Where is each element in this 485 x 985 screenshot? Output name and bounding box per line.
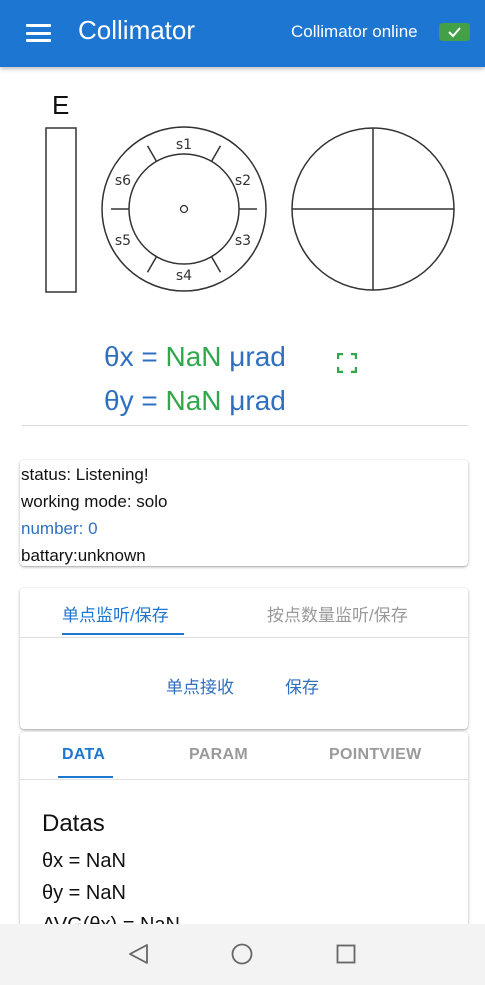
edge-label: E [52,90,69,120]
sensor-diagram: E s1 s2 s3 s4 s5 s6 [45,90,455,293]
tab-divider [20,637,468,638]
sensor-label-s3: s3 [235,233,251,249]
status-card: status: Listening! working mode: solo nu… [20,460,468,566]
tab-count-point[interactable]: 按点数量监听/保存 [267,601,408,626]
tab-pointview[interactable]: POINTVIEW [329,746,421,764]
listen-save-card: 单点监听/保存 按点数量监听/保存 单点接收 保存 [20,588,468,729]
status-line: status: Listening! [21,465,149,484]
edge-sensor-bar [45,127,77,293]
check-icon [439,23,470,41]
battery-line: battary:unknown [21,546,146,565]
back-triangle-icon[interactable] [128,943,150,969]
recents-square-icon[interactable] [336,944,356,968]
sensor-label-s4: s4 [176,268,192,284]
fullscreen-icon[interactable] [336,352,358,374]
connection-status-text: Collimator online [291,22,418,41]
hamburger-menu-icon[interactable] [26,24,51,42]
sensor-label-s6: s6 [115,173,131,189]
tab-single-point[interactable]: 单点监听/保存 [62,601,169,626]
tab-data[interactable]: DATA [62,746,105,764]
tab-divider [20,779,468,780]
working-mode-line: working mode: solo [21,492,168,511]
system-nav-bar [0,924,485,985]
save-button[interactable]: 保存 [285,673,319,698]
theta-y-value: NaN [165,385,222,416]
app-title: Collimator [78,15,196,45]
sensor-label-s2: s2 [235,173,251,189]
home-circle-icon[interactable] [231,943,253,969]
number-line: number: 0 [21,519,98,538]
tab-indicator [58,776,113,778]
theta-y-readout: θy = NaN μrad [104,385,286,417]
theta-x-value: NaN [165,341,222,372]
theta-x-label: θx = [104,341,166,372]
sensor-label-s1: s1 [176,137,192,153]
theta-y-label: θy = [104,385,166,416]
data-line-theta-y: θy = NaN [42,882,126,904]
tab-param[interactable]: PARAM [189,746,248,764]
datas-title: Datas [42,810,105,837]
sensor-label-s5: s5 [115,233,131,249]
theta-x-unit: μrad [229,341,286,372]
data-tabs-card: DATA PARAM POINTVIEW Datas θx = NaN θy =… [20,732,468,952]
crosshair-target [291,127,455,291]
theta-y-unit: μrad [229,385,286,416]
app-bar: Collimator Collimator online [0,0,485,67]
center-point [179,204,189,214]
section-divider [22,425,468,426]
data-line-theta-x: θx = NaN [42,850,126,872]
tab-indicator [62,633,184,635]
single-receive-button[interactable]: 单点接收 [166,673,234,698]
theta-x-readout: θx = NaN μrad [104,341,286,373]
